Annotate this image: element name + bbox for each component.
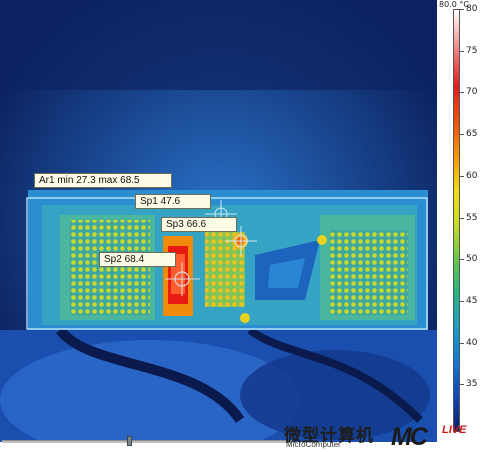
watermark-english: MicroComputer xyxy=(286,440,341,449)
scale-tick-label: 75 xyxy=(466,45,478,56)
scale-tick-label: 70 xyxy=(466,87,478,98)
spot-label-sp3: Sp3 66.6 xyxy=(161,217,237,232)
scale-tick xyxy=(460,384,464,386)
scale-tick xyxy=(460,50,464,52)
slider-track[interactable] xyxy=(2,440,292,443)
watermark-live: LIVE xyxy=(442,424,467,436)
color-gradient-bar xyxy=(453,9,460,432)
scale-tick xyxy=(460,134,464,136)
scale-tick-label: 60 xyxy=(466,170,478,181)
scale-tick xyxy=(460,342,464,344)
scale-tick-label: 50 xyxy=(466,254,478,265)
scale-tick xyxy=(460,92,464,94)
scale-max-unit: 80.0 °C xyxy=(439,0,469,9)
scale-tick xyxy=(460,259,464,261)
scale-tick xyxy=(460,217,464,219)
spot-label-sp1: Sp1 47.6 xyxy=(135,194,211,209)
scale-tick-label: 45 xyxy=(466,295,478,306)
temperature-scale: 80.0 °C 80 75 70 65 60 55 50 45 40 35 xyxy=(437,0,482,442)
timeline-slider[interactable] xyxy=(0,436,296,446)
scale-tick xyxy=(460,300,464,302)
scale-tick-label: 65 xyxy=(466,129,478,140)
scale-tick-label: 55 xyxy=(466,212,478,223)
spot-label-sp2: Sp2 68.4 xyxy=(99,252,176,267)
scale-tick-label: 40 xyxy=(466,337,478,348)
scale-tick-label: 35 xyxy=(466,379,478,390)
scale-tick xyxy=(460,9,464,10)
scale-tick xyxy=(460,175,464,177)
watermark-logo: 微型计算机 MicroComputer MC LIVE xyxy=(284,421,480,451)
slider-thumb[interactable] xyxy=(127,436,132,446)
scale-tick-label: 80 xyxy=(466,4,478,14)
thermal-image: Ar1 min 27.3 max 68.5 Sp1 47.6 Sp3 66.6 … xyxy=(0,0,437,442)
area-label-ar1: Ar1 min 27.3 max 68.5 xyxy=(34,173,172,188)
watermark-brand: MC xyxy=(391,423,428,451)
